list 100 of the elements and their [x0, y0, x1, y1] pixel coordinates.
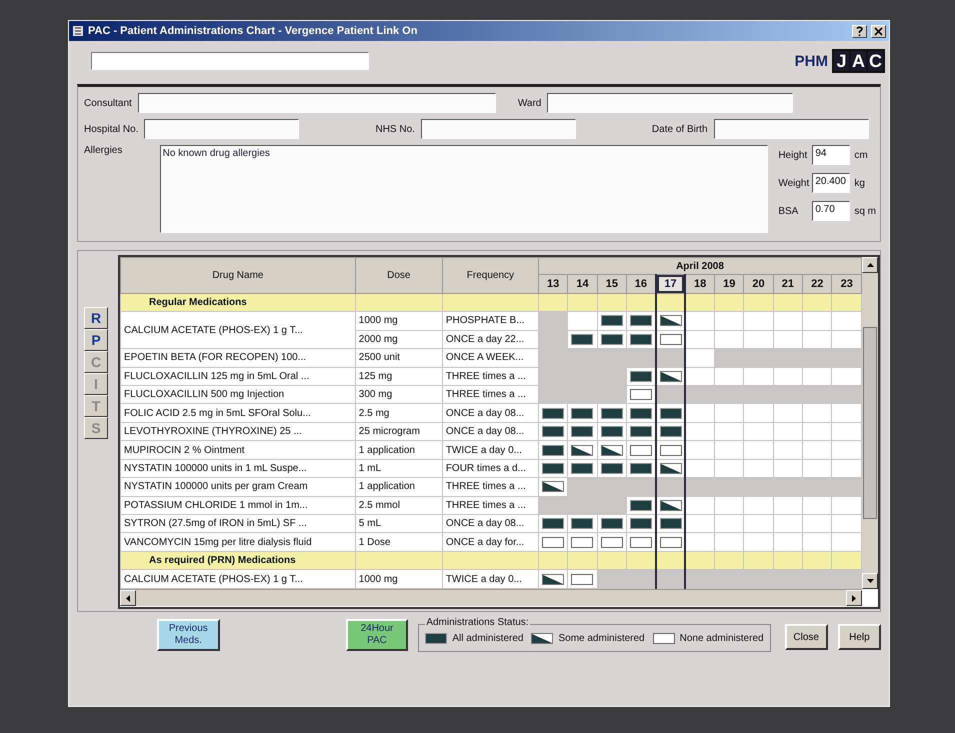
- field-label: Allergies: [84, 145, 124, 158]
- table-cell: EPOETIN BETA (FOR RECOPEN) 100...: [120, 348, 356, 368]
- empty-box-icon: [630, 536, 652, 548]
- table-cell: 1 mL: [355, 459, 442, 478]
- legend-label: Some administered: [558, 632, 645, 644]
- chart-button[interactable]: 24Hour PAC: [346, 619, 408, 651]
- side-tab[interactable]: R: [84, 307, 108, 329]
- field-label: Date of Birth: [652, 124, 708, 134]
- horizontal-scrollbar[interactable]: [120, 589, 862, 606]
- field-label: NHS No.: [375, 124, 415, 134]
- day-header: 17: [656, 274, 686, 294]
- empty-box-icon: [652, 632, 675, 644]
- input-field[interactable]: 20.400: [812, 173, 850, 193]
- table-cell: CALCIUM ACETATE (PHOS-EX) 1 g T...: [120, 312, 356, 349]
- filled-box-icon: [630, 408, 652, 419]
- right-arrow-icon: [851, 594, 857, 602]
- table-cell: LEVOTHYROXINE (THYROXINE) 25 ...: [120, 422, 356, 441]
- day-header: 21: [773, 274, 803, 294]
- unit-label: cm: [854, 150, 868, 160]
- filled-box-icon: [571, 518, 594, 530]
- legend-title: Administrations Status:: [425, 617, 530, 628]
- field-label: Height: [778, 150, 808, 160]
- empty-box-icon: [660, 334, 682, 345]
- window-title: PAC - Patient Administrations Chart - Vergence Patient Link On: [88, 25, 418, 37]
- table-cell: 1 application: [355, 478, 442, 496]
- table-cell: 2.5 mg: [355, 404, 442, 422]
- action-button[interactable]: Help: [838, 624, 881, 650]
- day-header: 23: [832, 274, 862, 294]
- close-button[interactable]: [871, 24, 886, 38]
- filled-box-icon: [542, 518, 564, 530]
- table-cell: ONCE a day 08...: [442, 422, 538, 441]
- input-field[interactable]: [547, 93, 794, 113]
- day-header: 13: [538, 274, 568, 294]
- logo-letter: A: [851, 51, 866, 71]
- table-cell: THREE times a ...: [442, 496, 538, 515]
- filled-box-icon: [542, 444, 564, 456]
- question-icon: [855, 26, 864, 36]
- table-cell: ONCE a day 08...: [442, 404, 538, 422]
- day-header: 14: [568, 274, 598, 294]
- filled-box-icon: [660, 518, 682, 530]
- filled-box-icon: [542, 408, 564, 419]
- table-cell: 2.5 mmol: [355, 496, 442, 515]
- input-field[interactable]: [420, 119, 576, 139]
- table-cell: THREE times a ...: [442, 367, 538, 386]
- filled-box-icon: [571, 462, 594, 474]
- day-header: 18: [685, 274, 715, 294]
- half-filled-box-icon: [660, 462, 682, 474]
- input-field[interactable]: [714, 119, 869, 139]
- allergies-field[interactable]: No known drug allergies: [160, 145, 768, 233]
- filled-box-icon: [660, 408, 682, 419]
- table-cell: FOUR times a d...: [442, 459, 538, 478]
- half-filled-box-icon: [660, 315, 682, 326]
- day-header: 20: [744, 274, 774, 294]
- vertical-scrollbar[interactable]: [862, 257, 878, 589]
- previous-button[interactable]: Previous Meds.: [157, 619, 220, 651]
- input-field[interactable]: [144, 119, 300, 139]
- action-button[interactable]: Close: [784, 624, 828, 650]
- table-cell: NYSTATIN 100000 units per gram Cream: [120, 478, 356, 496]
- table-cell: VANCOMYCIN 15mg per litre dialysis fluid: [120, 532, 356, 552]
- field-label: Consultant: [84, 98, 132, 108]
- legend-label: None administered: [680, 632, 764, 644]
- table-cell: 5 mL: [355, 514, 442, 533]
- half-filled-box-icon: [542, 574, 564, 585]
- field-label: Weight: [778, 178, 808, 188]
- side-tab[interactable]: P: [84, 329, 108, 351]
- input-field[interactable]: 0.70: [812, 201, 850, 221]
- logo-letter: C: [868, 51, 883, 71]
- filled-box-icon: [630, 370, 652, 382]
- table-cell: POTASSIUM CHLORIDE 1 mmol in 1m...: [120, 496, 356, 515]
- field-label: BSA: [778, 206, 800, 216]
- table-cell: 1 Dose: [355, 532, 442, 552]
- column-header: Dose: [355, 258, 442, 294]
- empty-box-icon: [542, 536, 564, 548]
- empty-box-icon: [571, 574, 594, 585]
- filled-box-icon: [571, 426, 594, 438]
- left-arrow-icon: [125, 594, 131, 602]
- input-field[interactable]: [138, 93, 496, 113]
- filled-box-icon: [600, 426, 623, 438]
- empty-box-icon: [630, 389, 652, 400]
- close-icon: [874, 26, 883, 36]
- list-icon: [72, 25, 84, 37]
- day-header: 19: [714, 274, 744, 294]
- filled-box-icon: [571, 408, 594, 419]
- table-cell: ONCE a day for...: [442, 532, 538, 552]
- search-field[interactable]: [91, 52, 369, 70]
- help-button[interactable]: [852, 24, 867, 38]
- field-label: Hospital No.: [84, 124, 138, 134]
- table-cell: ONCE A WEEK...: [442, 348, 538, 368]
- field-label: Ward: [518, 98, 542, 108]
- filled-box-icon: [542, 462, 564, 474]
- table-cell: SYTRON (27.5mg of IRON in 5mL) SF ...: [120, 514, 356, 533]
- input-field[interactable]: 94: [812, 145, 850, 165]
- empty-box-icon: [600, 536, 623, 548]
- table-cell: ONCE a day 22...: [442, 330, 538, 349]
- day-header: 15: [597, 274, 626, 294]
- filled-box-icon: [630, 462, 652, 474]
- month-header: April 2008: [538, 258, 862, 275]
- table-cell: TWICE a day 0...: [442, 440, 538, 460]
- half-filled-box-icon: [542, 481, 564, 492]
- empty-box-icon: [571, 536, 594, 548]
